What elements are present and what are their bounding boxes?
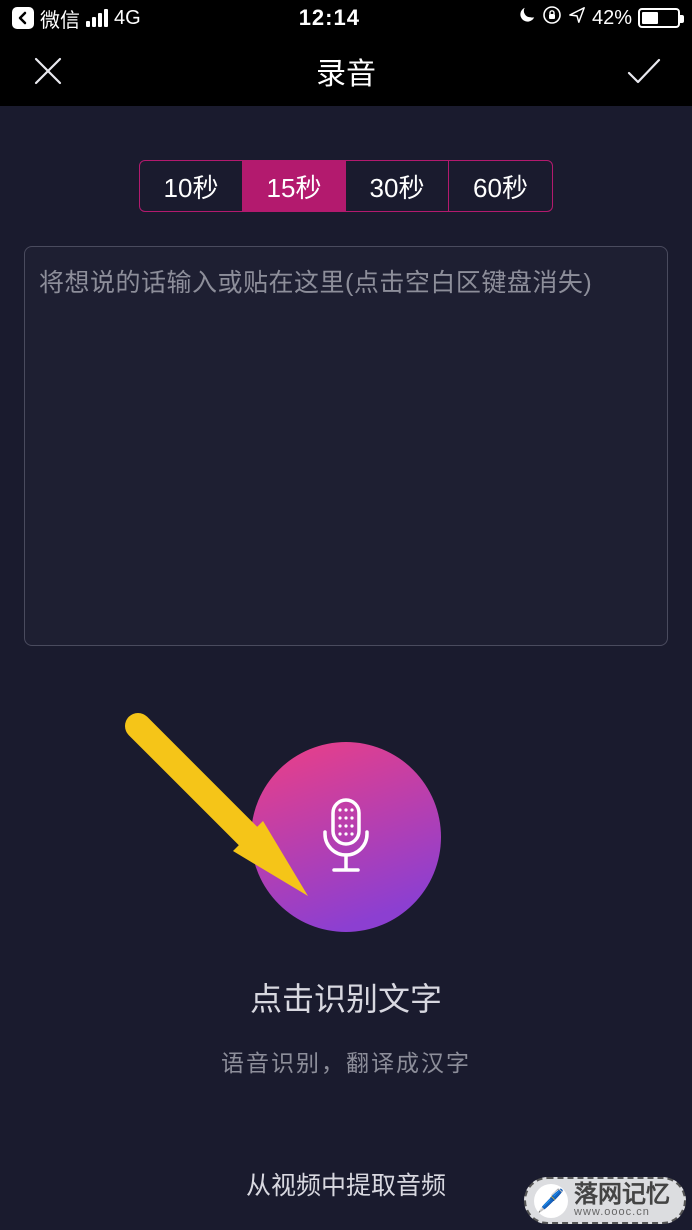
status-right: 42% [518,5,680,31]
duration-option-60s[interactable]: 60秒 [449,161,552,211]
location-arrow-icon [568,6,586,30]
page-title: 录音 [316,49,376,93]
moon-icon [518,6,536,30]
confirm-button[interactable] [622,49,666,93]
duration-option-10s[interactable]: 10秒 [140,161,243,211]
battery-icon [638,8,680,28]
status-bar: 微信 4G 12:14 42% [0,0,692,36]
watermark-name: 落网记忆 [574,1183,670,1207]
record-title: 点击识别文字 [250,974,442,1020]
microphone-icon [317,796,375,878]
duration-segment: 10秒 15秒 30秒 60秒 [139,160,553,212]
check-icon [623,53,665,89]
nav-bar: 录音 [0,36,692,106]
status-left: 微信 4G [12,4,141,33]
signal-icon [86,9,108,27]
watermark-logo-icon: 🖊️ [534,1184,568,1218]
record-subtitle: 语音识别，翻译成汉字 [221,1044,471,1078]
battery-pct: 42% [592,7,632,30]
duration-option-30s[interactable]: 30秒 [346,161,449,211]
orientation-lock-icon [542,5,562,31]
transcript-placeholder: 将想说的话输入或贴在这里(点击空白区键盘消失) [39,263,653,299]
carrier-label: 微信 [40,4,80,33]
watermark-url: www.oooc.cn [574,1207,670,1218]
back-chevron-icon[interactable] [12,7,34,29]
transcript-input[interactable]: 将想说的话输入或贴在这里(点击空白区键盘消失) [24,246,668,646]
duration-option-15s[interactable]: 15秒 [243,161,346,211]
clock: 12:14 [299,5,360,31]
close-icon [30,53,66,89]
network-label: 4G [114,7,141,30]
close-button[interactable] [26,49,70,93]
record-button[interactable] [251,742,441,932]
watermark: 🖊️ 落网记忆 www.oooc.cn [524,1177,686,1224]
